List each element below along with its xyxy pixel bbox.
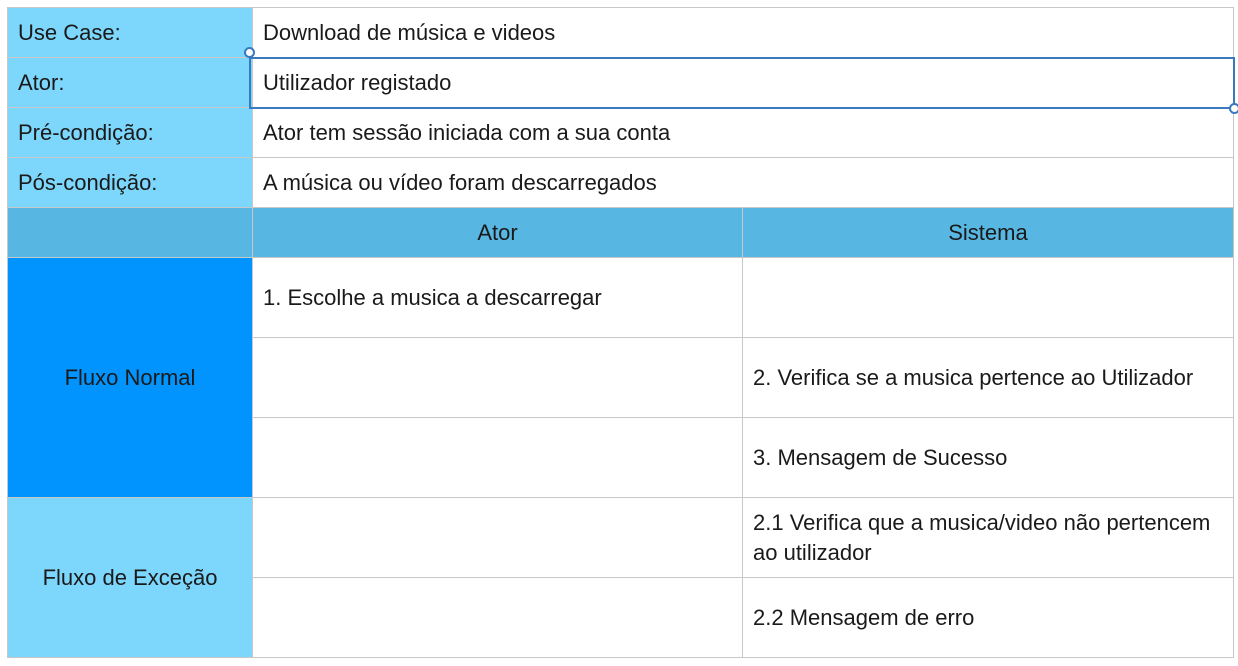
normal-flow-actor-cell[interactable] xyxy=(252,417,743,498)
actor-value[interactable]: Utilizador registado xyxy=(252,57,1234,108)
use-case-label: Use Case: xyxy=(7,7,253,58)
postcondition-value[interactable]: A música ou vídeo foram descarregados xyxy=(252,157,1234,208)
exception-flow-system-cell[interactable]: 2.2 Mensagem de erro xyxy=(742,577,1234,658)
flow-header-system: Sistema xyxy=(742,207,1234,258)
precondition-value[interactable]: Ator tem sessão iniciada com a sua conta xyxy=(252,107,1234,158)
normal-flow-actor-cell[interactable] xyxy=(252,337,743,418)
postcondition-row: Pós-condição: A música ou vídeo foram de… xyxy=(7,157,1234,208)
use-case-row: Use Case: Download de música e videos xyxy=(7,7,1234,58)
use-case-table: Use Case: Download de música e videos At… xyxy=(7,7,1234,658)
exception-flow-actor-cell[interactable] xyxy=(252,497,743,578)
exception-flow-step-row: Fluxo de Exceção 2.1 Verifica que a musi… xyxy=(7,497,1234,658)
exception-flow-system-cell[interactable]: 2.1 Verifica que a musica/video não pert… xyxy=(742,497,1234,578)
flow-header-row: Ator Sistema xyxy=(7,207,1234,258)
exception-flow-actor-cell[interactable] xyxy=(252,577,743,658)
selection-resize-handle[interactable] xyxy=(244,47,255,58)
selection-resize-handle[interactable] xyxy=(1229,103,1238,114)
exception-flow-label: Fluxo de Exceção xyxy=(7,497,253,658)
normal-flow-system-cell[interactable] xyxy=(742,257,1234,338)
normal-flow-step-row: Fluxo Normal 1. Escolhe a musica a desca… xyxy=(7,257,1234,498)
flow-header-empty-cell xyxy=(7,207,253,258)
normal-flow-system-cell[interactable]: 3. Mensagem de Sucesso xyxy=(742,417,1234,498)
actor-label: Ator: xyxy=(7,57,253,108)
use-case-value[interactable]: Download de música e videos xyxy=(252,7,1234,58)
normal-flow-system-cell[interactable]: 2. Verifica se a musica pertence ao Util… xyxy=(742,337,1234,418)
postcondition-label: Pós-condição: xyxy=(7,157,253,208)
normal-flow-label: Fluxo Normal xyxy=(7,257,253,498)
precondition-row: Pré-condição: Ator tem sessão iniciada c… xyxy=(7,107,1234,158)
normal-flow-actor-cell[interactable]: 1. Escolhe a musica a descarregar xyxy=(252,257,743,338)
actor-row: Ator: Utilizador registado xyxy=(7,57,1234,108)
flow-header-actor: Ator xyxy=(252,207,743,258)
precondition-label: Pré-condição: xyxy=(7,107,253,158)
